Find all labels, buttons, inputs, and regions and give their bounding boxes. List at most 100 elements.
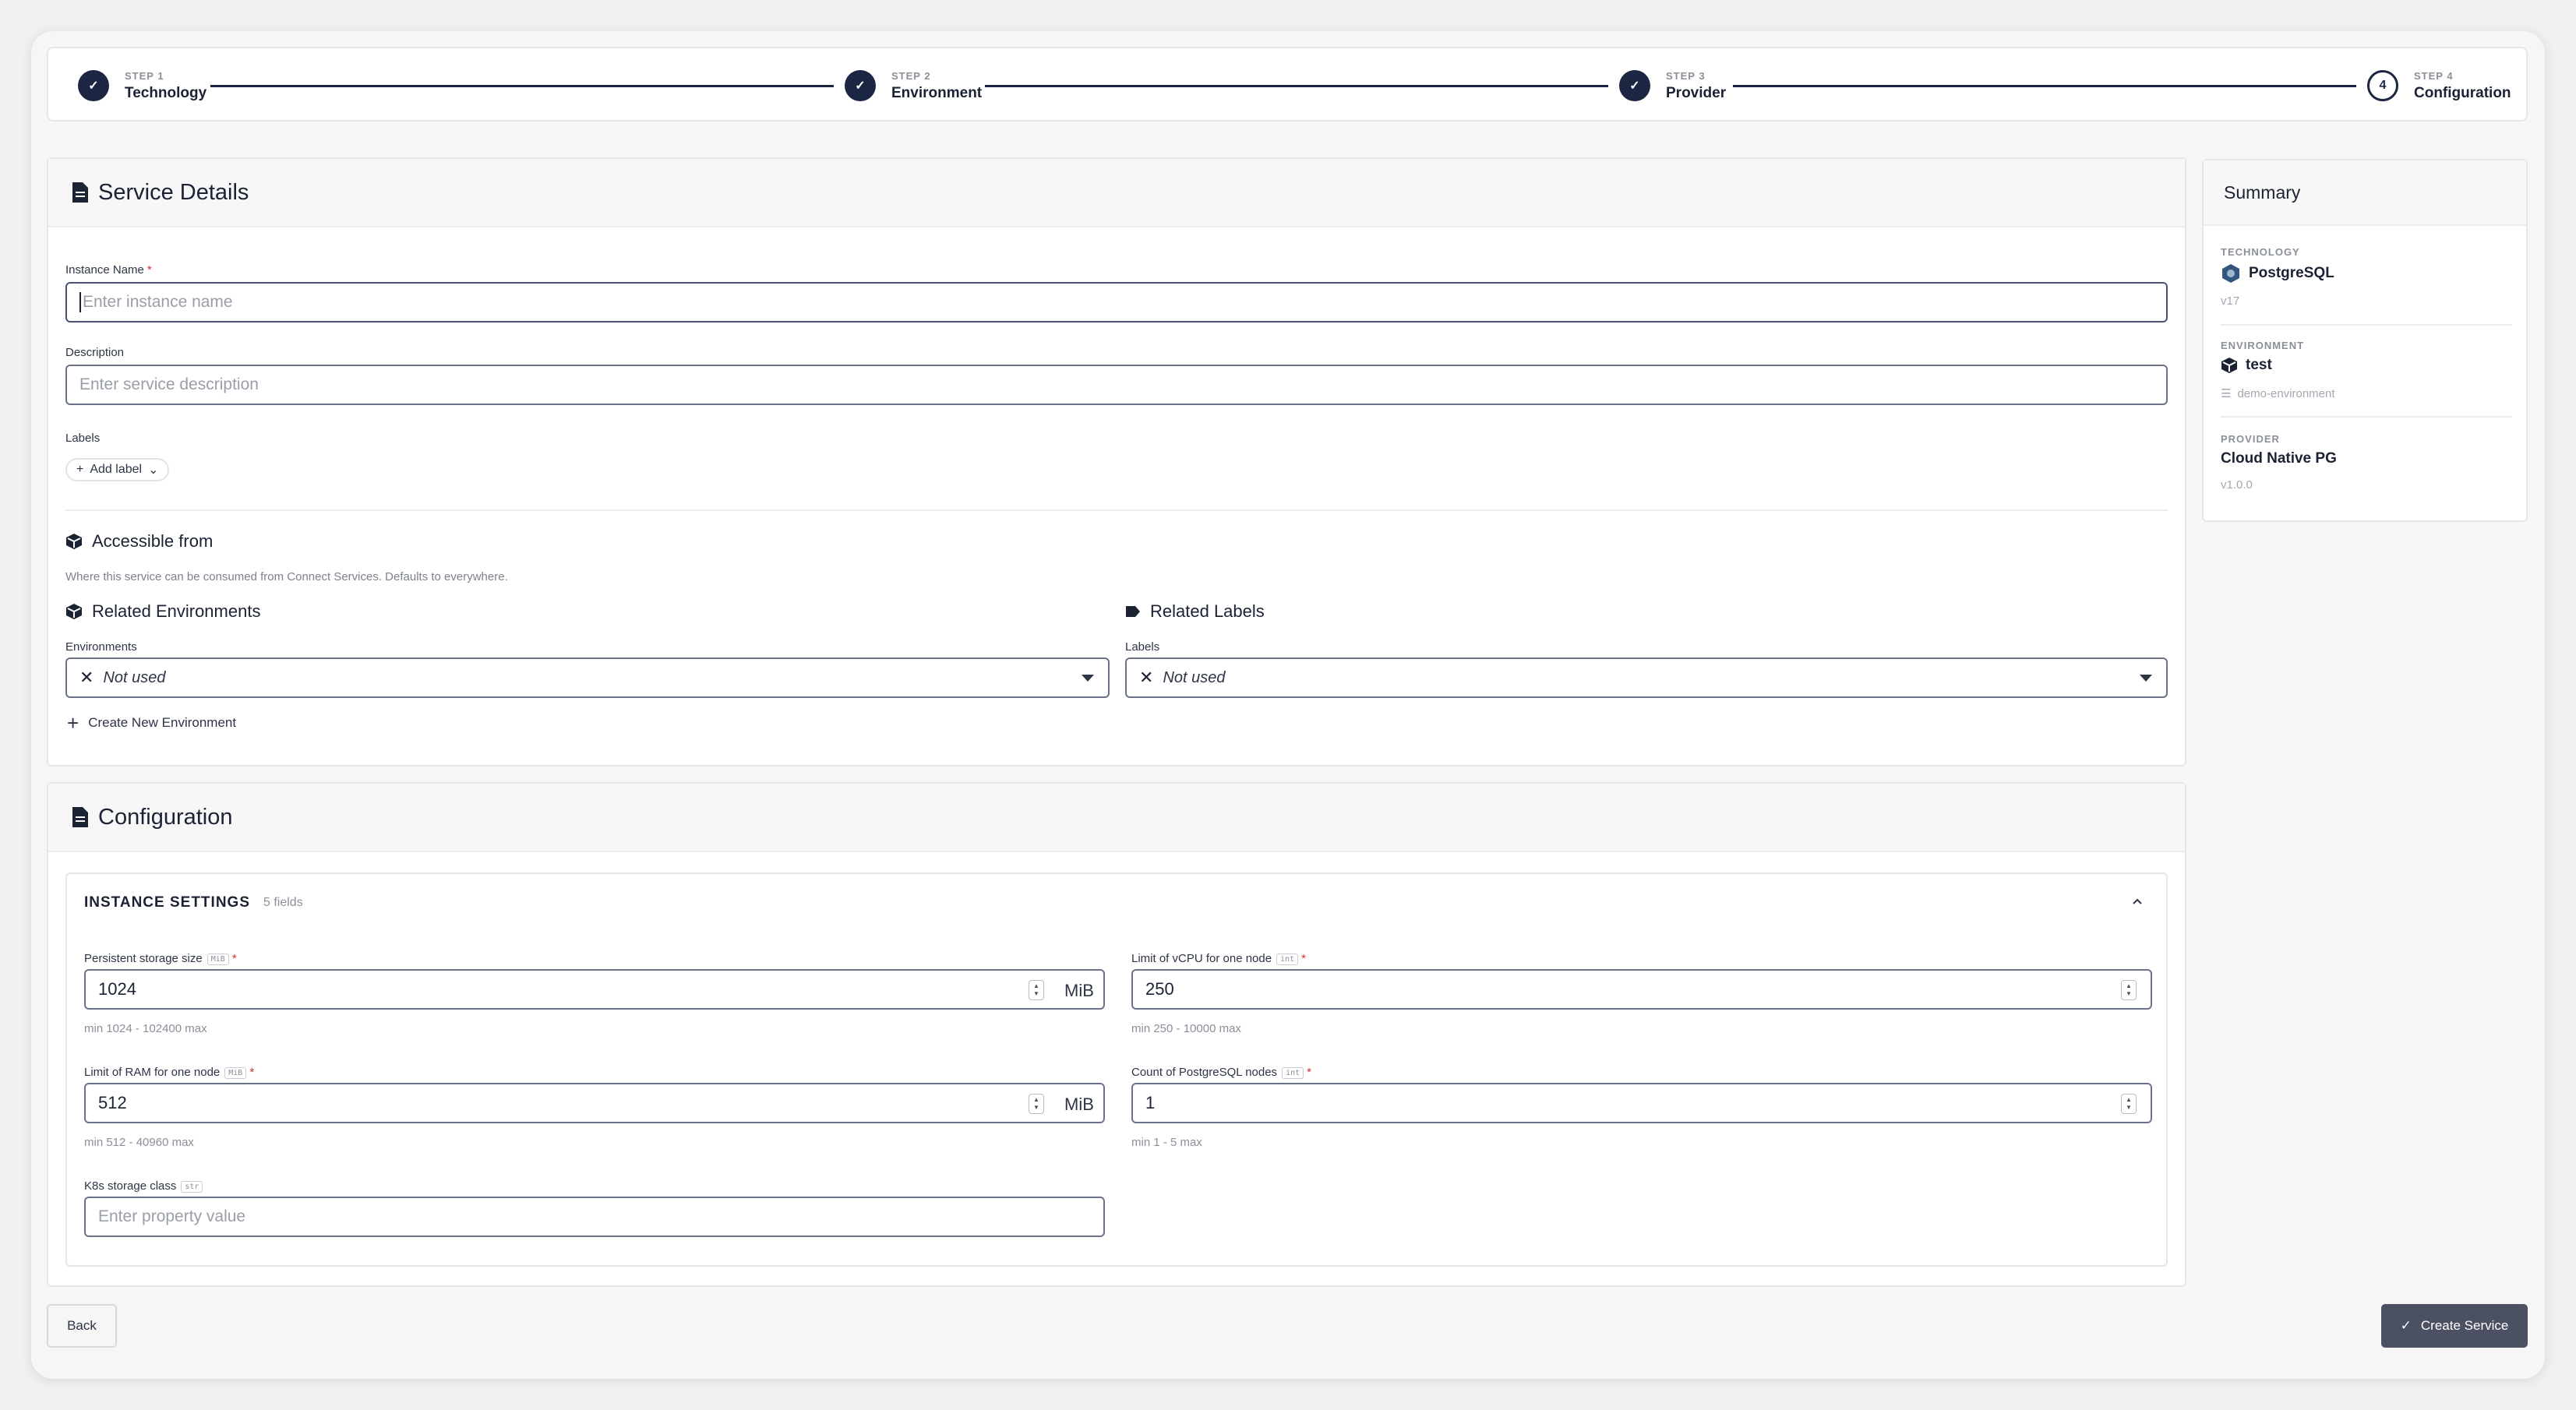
group-field-count: 5 fields [263,896,303,909]
step-connector [210,85,834,87]
environments-select[interactable]: ✕ Not used [65,657,1110,698]
environment-caption: ENVIRONMENT [2221,340,2305,351]
ram-value: 512 [98,1093,127,1112]
create-service-button[interactable]: ✓ Create Service [2381,1304,2528,1348]
labels-value: Not used [1163,668,1226,686]
caret-down-icon [2140,675,2152,682]
back-button[interactable]: Back [47,1304,117,1348]
accessible-from-title: Accessible from [65,531,213,552]
create-environment-button[interactable]: + Create New Environment [67,713,236,733]
list-icon: ☰ [2221,387,2232,400]
add-label-button[interactable]: + Add label ⌄ [65,458,170,481]
technology-version: v17 [2221,294,2240,308]
type-tag: str [181,1180,203,1193]
chevron-up-icon[interactable] [2132,897,2143,905]
instance-name-label: Instance Name * [65,263,152,277]
step-provider[interactable]: ✓ STEP 3 Provider [1619,69,1726,103]
check-icon: ✓ [1619,70,1650,101]
storage-input[interactable]: 1024 ▲ ▼ MiB [84,969,1105,1010]
vcpu-value: 250 [1145,979,1174,999]
vcpu-label: Limit of vCPU for one node int * [1131,952,1306,965]
step-number: STEP 1 [125,69,164,82]
step-connector [1733,85,2356,87]
step-number: STEP 3 [1666,69,1706,82]
accessible-from-hint: Where this service can be consumed from … [65,570,508,583]
service-details-card: Service Details Instance Name * Enter ins… [47,157,2186,767]
storage-class-input[interactable]: Enter property value [84,1197,1105,1237]
description-input[interactable]: Enter service description [65,365,2168,405]
storage-value: 1024 [98,979,136,999]
step-number: STEP 2 [891,69,931,82]
divider [2221,324,2512,326]
nodes-value: 1 [1145,1093,1156,1112]
instance-name-input[interactable]: Enter instance name [65,282,2168,323]
step-name: Technology [125,84,207,101]
step-environment[interactable]: ✓ STEP 2 Environment [845,69,982,103]
stepper-icon[interactable]: ▲ ▼ [2121,1094,2137,1114]
check-icon: ✓ [845,70,876,101]
description-label: Description [65,346,125,359]
cube-icon [2221,358,2237,373]
environment-sub: ☰ demo-environment [2221,386,2335,401]
vcpu-range: min 250 - 10000 max [1131,1022,1241,1035]
stepper-icon[interactable]: ▲ ▼ [1029,1094,1044,1114]
storage-range: min 1024 - 102400 max [84,1022,207,1035]
labels-select[interactable]: ✕ Not used [1125,657,2168,698]
stepper-icon[interactable]: ▲ ▼ [1029,980,1044,1000]
description-placeholder: Enter service description [79,375,259,393]
group-title: INSTANCE SETTINGS [84,894,250,911]
type-tag: int [1282,1066,1304,1079]
create-label: Create Service [2420,1318,2509,1333]
nodes-range: min 1 - 5 max [1131,1136,1202,1149]
text-caret [79,292,81,312]
instance-settings-group: INSTANCE SETTINGS 5 fields Persistent st… [65,872,2168,1267]
nodes-input[interactable]: 1 ▲ ▼ [1131,1083,2152,1123]
divider [2221,416,2512,418]
step-name: Environment [891,84,983,101]
configuration-header: Configuration [48,784,2185,852]
check-icon: ✓ [78,70,109,101]
ram-label: Limit of RAM for one node MiB * [84,1066,255,1079]
divider [65,509,2168,511]
document-icon [72,182,88,203]
type-tag: int [1276,953,1299,965]
labels-field-label: Labels [1125,640,1160,654]
section-title: Configuration [98,804,233,830]
unit-label: MiB [1064,1095,1094,1114]
provider-version: v1.0.0 [2221,478,2253,492]
summary-card: Summary TECHNOLOGY PostgreSQL v17 ENVIRO… [2202,159,2528,522]
storage-class-label: K8s storage class str [84,1179,203,1193]
back-label: Back [67,1318,97,1333]
environment-value: test [2221,357,2272,374]
summary-title: Summary [2204,160,2526,226]
ram-input[interactable]: 512 ▲ ▼ MiB [84,1083,1105,1123]
clear-icon[interactable]: ✕ [79,668,94,688]
tag-icon [1126,606,1140,617]
instance-name-placeholder: Enter instance name [83,293,233,311]
cube-icon [66,534,82,549]
vcpu-input[interactable]: 250 ▲ ▼ [1131,969,2152,1010]
unit-tag: MiB [224,1066,247,1079]
add-label-text: Add label [90,463,143,476]
check-icon: ✓ [2400,1318,2412,1333]
configuration-card: Configuration INSTANCE SETTINGS 5 fields… [47,782,2186,1287]
provider-value: Cloud Native PG [2221,450,2337,467]
related-environments-title: Related Environments [65,601,260,622]
nodes-label: Count of PostgreSQL nodes int * [1131,1066,1311,1079]
labels-label: Labels [65,432,101,445]
step-configuration[interactable]: 4 STEP 4 Configuration [2367,69,2511,103]
document-icon [72,807,88,827]
step-technology[interactable]: ✓ STEP 1 Technology [78,69,206,103]
related-labels-title: Related Labels [1125,601,1265,622]
clear-icon[interactable]: ✕ [1139,668,1153,688]
wizard-stepper: ✓ STEP 1 Technology ✓ STEP 2 Environment… [47,47,2528,122]
step-number: STEP 4 [2414,69,2454,82]
storage-class-placeholder: Enter property value [98,1207,246,1225]
unit-label: MiB [1064,981,1094,1000]
provider-caption: PROVIDER [2221,433,2280,445]
stepper-icon[interactable]: ▲ ▼ [2121,980,2137,1000]
unit-tag: MiB [206,953,229,965]
step-connector [985,85,1608,87]
postgresql-icon [2222,264,2239,283]
storage-label: Persistent storage size MiB * [84,952,237,965]
